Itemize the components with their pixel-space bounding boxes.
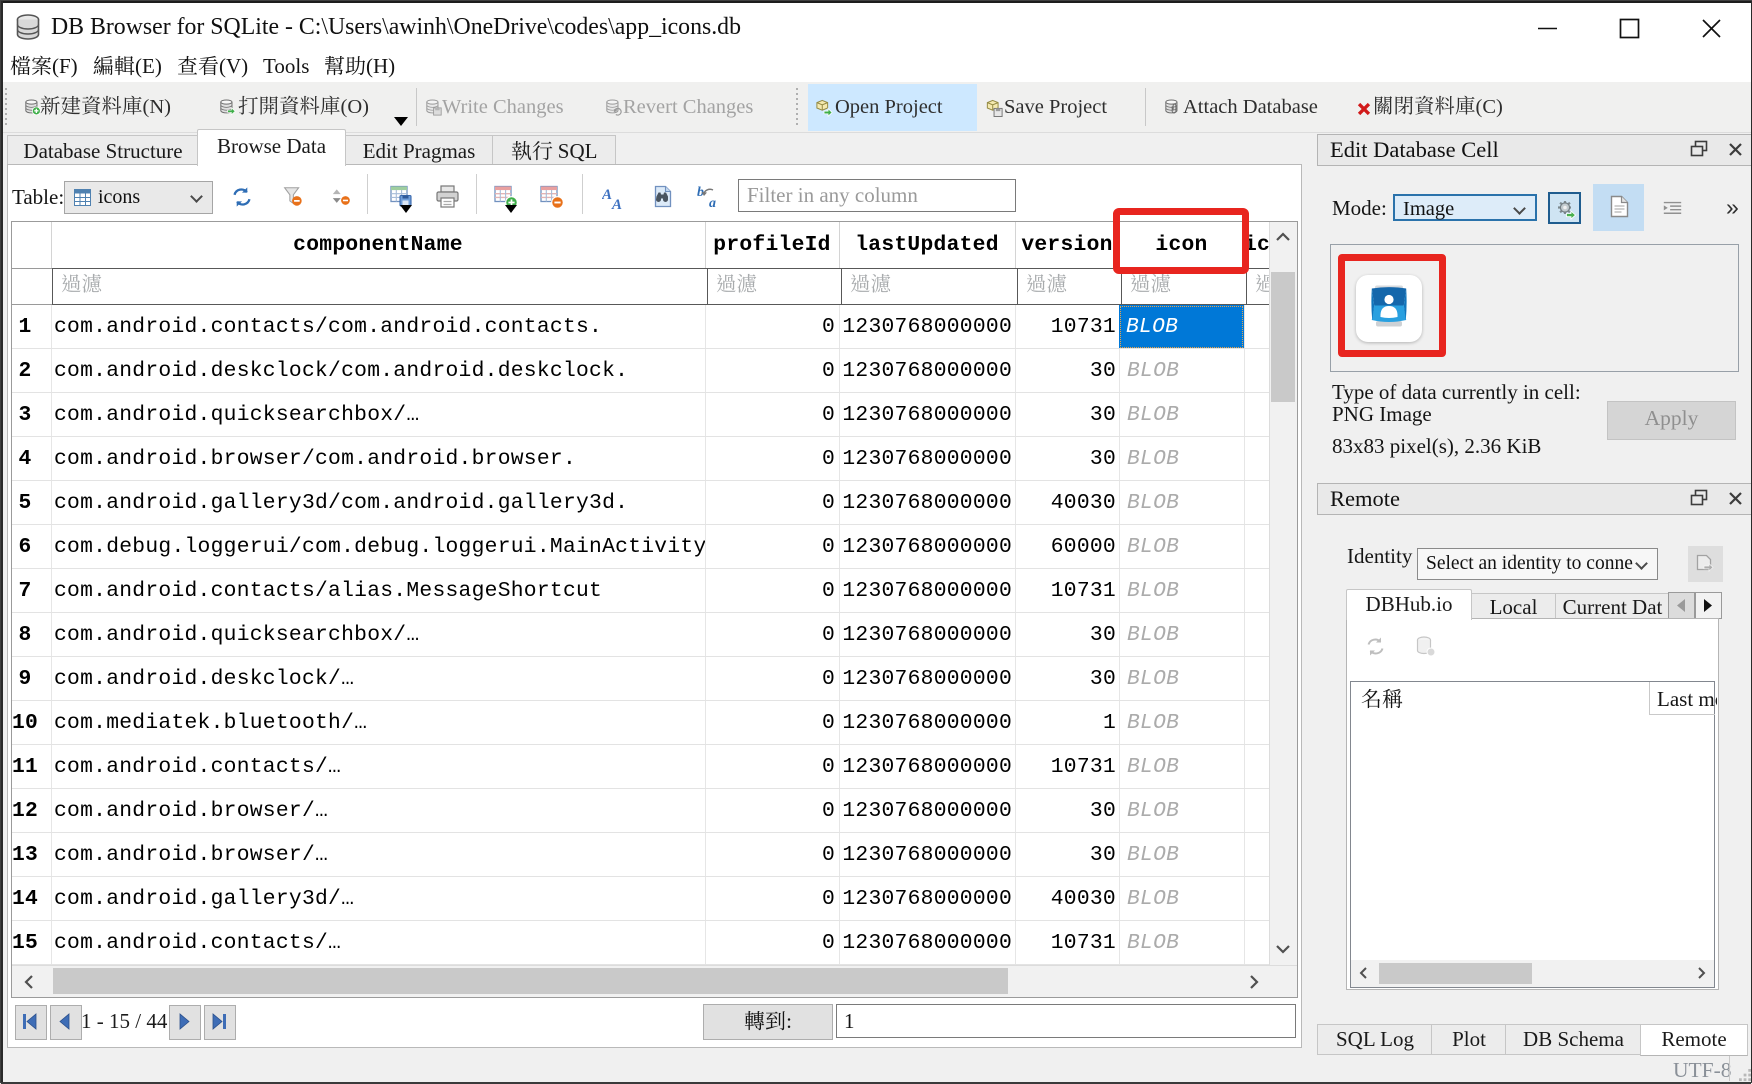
svg-text:A: A [611, 197, 622, 210]
svg-text:a: a [709, 196, 716, 209]
svg-text:A: A [602, 187, 612, 203]
